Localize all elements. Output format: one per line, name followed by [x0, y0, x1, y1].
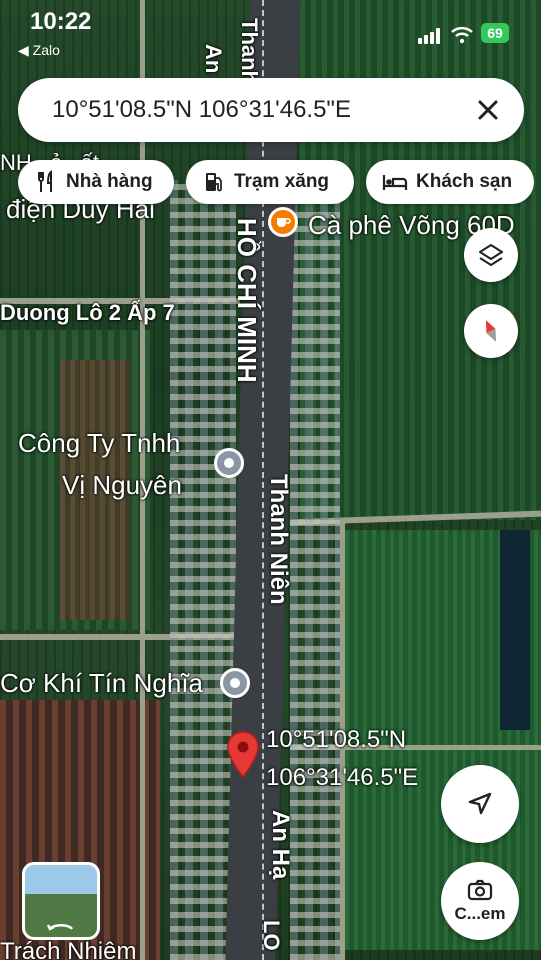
- street-view-thumbnail[interactable]: [22, 862, 100, 940]
- place-label: Trách Nhiệm: [0, 938, 137, 960]
- layers-icon: [479, 244, 503, 266]
- chip-label: Nhà hàng: [66, 171, 153, 192]
- street-label: LO: [259, 920, 284, 951]
- place-label: Vị Nguyên: [62, 470, 182, 500]
- place-label: Cơ Khí Tín Nghĩa: [0, 668, 203, 698]
- chip-restaurants[interactable]: Nhà hàng: [18, 160, 174, 204]
- hotel-icon: [382, 175, 408, 190]
- location-pin-icon[interactable]: [225, 730, 261, 780]
- street-label: An: [201, 44, 226, 74]
- camera-label: C...em: [454, 904, 506, 923]
- close-icon[interactable]: [470, 92, 506, 128]
- camera-search-button[interactable]: C...em: [441, 862, 519, 940]
- search-bar[interactable]: 10°51'08.5"N 106°31'46.5"E: [18, 78, 524, 142]
- back-to-app-link[interactable]: ◀ Zalo: [18, 42, 60, 59]
- chip-label: Trạm xăng: [234, 171, 330, 192]
- compass-button[interactable]: [464, 304, 518, 358]
- chip-label: Khách sạn: [416, 171, 513, 192]
- restaurant-icon: [38, 170, 52, 192]
- street-label: Duong Lô 2 Ấp 7: [0, 300, 175, 325]
- chip-gas-stations[interactable]: Trạm xăng: [186, 160, 354, 204]
- cafe-marker[interactable]: [268, 207, 298, 237]
- chip-hotels[interactable]: Khách sạn: [366, 160, 534, 204]
- pin-coordinates-line1: 10°51'08.5"N: [266, 726, 407, 753]
- status-bar: 10:22 69 ◀ Zalo: [0, 0, 541, 58]
- navigation-arrow-icon: [468, 792, 492, 815]
- street-label: HỒ CHÍ MINH: [232, 218, 262, 383]
- camera-icon: [467, 879, 493, 901]
- street-label: An Hạ: [267, 810, 294, 880]
- place-label: Công Ty Tnhh: [18, 428, 181, 458]
- pin-coordinates-line2: 106°31'46.5"E: [266, 764, 419, 791]
- map-pond: [500, 530, 530, 730]
- layers-button[interactable]: [464, 228, 518, 282]
- status-time: 10:22: [30, 8, 92, 35]
- battery-indicator: 69: [481, 23, 509, 43]
- my-location-button[interactable]: [441, 765, 519, 843]
- wifi-icon: [451, 27, 473, 44]
- street-view-rotate-icon: [46, 924, 74, 931]
- houses: [170, 180, 236, 960]
- company-marker[interactable]: [214, 448, 244, 478]
- street-label: Thanh Niên: [265, 474, 292, 605]
- search-input[interactable]: 10°51'08.5"N 106°31'46.5"E: [52, 96, 351, 124]
- houses: [290, 200, 340, 960]
- mechanic-marker[interactable]: [220, 668, 250, 698]
- compass-icon: [485, 320, 497, 342]
- coffee-icon: [277, 218, 291, 227]
- gas-station-icon: [206, 173, 222, 192]
- signal-icon: [418, 28, 440, 44]
